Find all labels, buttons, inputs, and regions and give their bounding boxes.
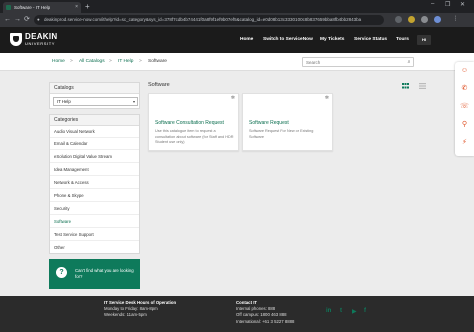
- category-software[interactable]: Software: [54, 219, 71, 224]
- extension-icon[interactable]: [408, 16, 415, 23]
- breadcrumb: Home > All Catalogs > IT Help > Software…: [0, 53, 474, 71]
- category-network-access[interactable]: Network & Access: [54, 180, 89, 185]
- browser-tab[interactable]: Software - IT Help ×: [3, 2, 81, 13]
- minimize-button[interactable]: –: [431, 1, 434, 7]
- catalog-item-description: Use this catalogue item to request a con…: [155, 129, 234, 144]
- divider: [50, 201, 139, 202]
- catalog-select-value: IT Help: [57, 99, 71, 104]
- chevron-down-icon: ▾: [132, 99, 135, 104]
- category-security[interactable]: Security: [54, 206, 70, 211]
- divider: [50, 175, 139, 176]
- category-test-service-support[interactable]: Test Service Support: [54, 232, 94, 237]
- footer-contact-line: International: +61 3 5227 8888: [236, 318, 295, 324]
- back-icon[interactable]: ←: [4, 15, 11, 24]
- grid-view-icon[interactable]: [402, 83, 409, 89]
- help-box[interactable]: ? Can't find what you are looking for?: [49, 259, 140, 289]
- reload-icon[interactable]: ⟳: [24, 15, 30, 24]
- nav-home[interactable]: Home: [240, 27, 253, 53]
- nav-service-status[interactable]: Service Status: [354, 27, 387, 53]
- breadcrumb-separator: >: [109, 59, 112, 64]
- nav-tours[interactable]: Tours: [396, 27, 409, 53]
- favicon-icon: [6, 5, 11, 10]
- favorite-icon[interactable]: ✲: [231, 95, 235, 101]
- breadcrumb-all-catalogs[interactable]: All Catalogs: [79, 53, 105, 71]
- catalog-select[interactable]: IT Help ▾: [53, 97, 138, 106]
- catalog-item-description: Software Request For New or Existing Sof…: [249, 129, 314, 139]
- footer-hours-line: Weekends: 11am-5pm: [104, 312, 147, 318]
- categories-heading: Categories: [50, 115, 139, 126]
- twitter-icon[interactable]: t: [340, 308, 342, 314]
- category-esolution-digital-value-stream[interactable]: eSolution Digital Value Stream: [54, 154, 112, 159]
- category-audio-visual-network[interactable]: Audio Visual Network: [54, 129, 95, 134]
- facebook-icon[interactable]: f: [364, 308, 366, 314]
- category-idea-management[interactable]: Idea Management: [54, 167, 89, 172]
- catalog-item-title[interactable]: Software Request: [249, 120, 289, 126]
- divider: [50, 188, 139, 189]
- floating-toolbar: ☺ ✆ ☏ ⚲ ⚡: [455, 62, 474, 156]
- divider: [50, 240, 139, 241]
- site-footer: IT Service Desk Hours of Operation Monda…: [0, 296, 474, 332]
- list-view-icon[interactable]: [419, 83, 426, 89]
- profile-avatar-icon[interactable]: [434, 16, 441, 23]
- close-window-button[interactable]: ✕: [460, 1, 465, 8]
- browser-tab-bar: Software - IT Help × + – ❐ ✕: [0, 0, 474, 13]
- maximize-button[interactable]: ❐: [445, 1, 450, 8]
- catalog-item-card[interactable]: ✲ Software Consultation Request Use this…: [148, 93, 239, 151]
- nav-switch-to-servicenow[interactable]: Switch to ServiceNow: [263, 27, 313, 53]
- logo-subtitle: UNIVERSITY: [25, 41, 56, 46]
- browser-menu-icon[interactable]: ⋮: [452, 16, 459, 23]
- site-header: DEAKIN UNIVERSITY Home Switch to Service…: [0, 27, 474, 53]
- divider: [50, 162, 139, 163]
- search-input[interactable]: [302, 57, 414, 67]
- deakin-crest-icon: [10, 33, 22, 46]
- linkedin-icon[interactable]: in: [326, 308, 331, 314]
- address-bar[interactable]: ● deakinprod.service-now.com/ithelp?id=s…: [34, 15, 384, 25]
- category-email-calendar[interactable]: Email & Calendar: [54, 141, 87, 146]
- help-text: Can't find what you are looking for?: [75, 268, 134, 279]
- search-tool-icon[interactable]: ⚲: [460, 120, 469, 129]
- catalog-item-card[interactable]: ✲ Software Request Software Request For …: [242, 93, 333, 151]
- call-icon[interactable]: ☏: [460, 102, 469, 111]
- search-icon[interactable]: ⌕: [405, 58, 413, 66]
- catalogs-panel: Catalogs IT Help ▾: [49, 82, 140, 109]
- categories-panel: Categories Audio Visual Network Email & …: [49, 114, 140, 254]
- footer-hours: IT Service Desk Hours of Operation Monda…: [104, 300, 176, 319]
- breadcrumb-software: Software: [148, 59, 167, 64]
- category-phone-skype[interactable]: Phone & Skype: [54, 193, 84, 198]
- breadcrumb-home[interactable]: Home: [52, 53, 65, 71]
- chat-icon[interactable]: ☺: [460, 66, 469, 75]
- divider: [50, 137, 139, 138]
- youtube-icon[interactable]: ▶: [352, 308, 357, 315]
- url-text: deakinprod.service-now.com/ithelp?id=sc_…: [44, 17, 362, 22]
- page-title: Software: [148, 82, 170, 88]
- breadcrumb-separator: >: [139, 59, 142, 64]
- breadcrumb-it-help[interactable]: IT Help: [118, 53, 133, 71]
- footer-contact-line: Off campus: 1800 463 888: [236, 312, 287, 318]
- catalog-item-title[interactable]: Software Consultation Request: [155, 120, 224, 126]
- category-other[interactable]: Other: [54, 245, 65, 250]
- browser-toolbar: ← → ⟳ ● deakinprod.service-now.com/ithel…: [0, 13, 474, 27]
- footer-contact: Contact IT Internal phones: 888 Off camp…: [236, 300, 294, 325]
- breadcrumb-separator: >: [70, 59, 73, 64]
- logo-title: DEAKIN: [25, 32, 58, 41]
- phone-icon[interactable]: ✆: [460, 84, 469, 93]
- forward-icon[interactable]: →: [14, 15, 21, 24]
- user-menu-button[interactable]: HI: [417, 35, 431, 45]
- extension-icon[interactable]: [421, 16, 428, 23]
- catalogs-heading: Catalogs: [50, 83, 139, 94]
- question-icon: ?: [56, 267, 67, 278]
- lock-icon: ●: [37, 17, 40, 22]
- divider: [50, 227, 139, 228]
- tab-close-icon[interactable]: ×: [75, 2, 78, 13]
- bookmark-star-icon[interactable]: [395, 16, 402, 23]
- divider: [50, 214, 139, 215]
- tab-title: Software - IT Help: [14, 5, 51, 10]
- favorite-icon[interactable]: ✲: [325, 95, 329, 101]
- new-tab-button[interactable]: +: [85, 2, 90, 12]
- lightning-icon[interactable]: ⚡: [460, 138, 469, 147]
- nav-my-tickets[interactable]: My Tickets: [320, 27, 344, 53]
- divider: [50, 149, 139, 150]
